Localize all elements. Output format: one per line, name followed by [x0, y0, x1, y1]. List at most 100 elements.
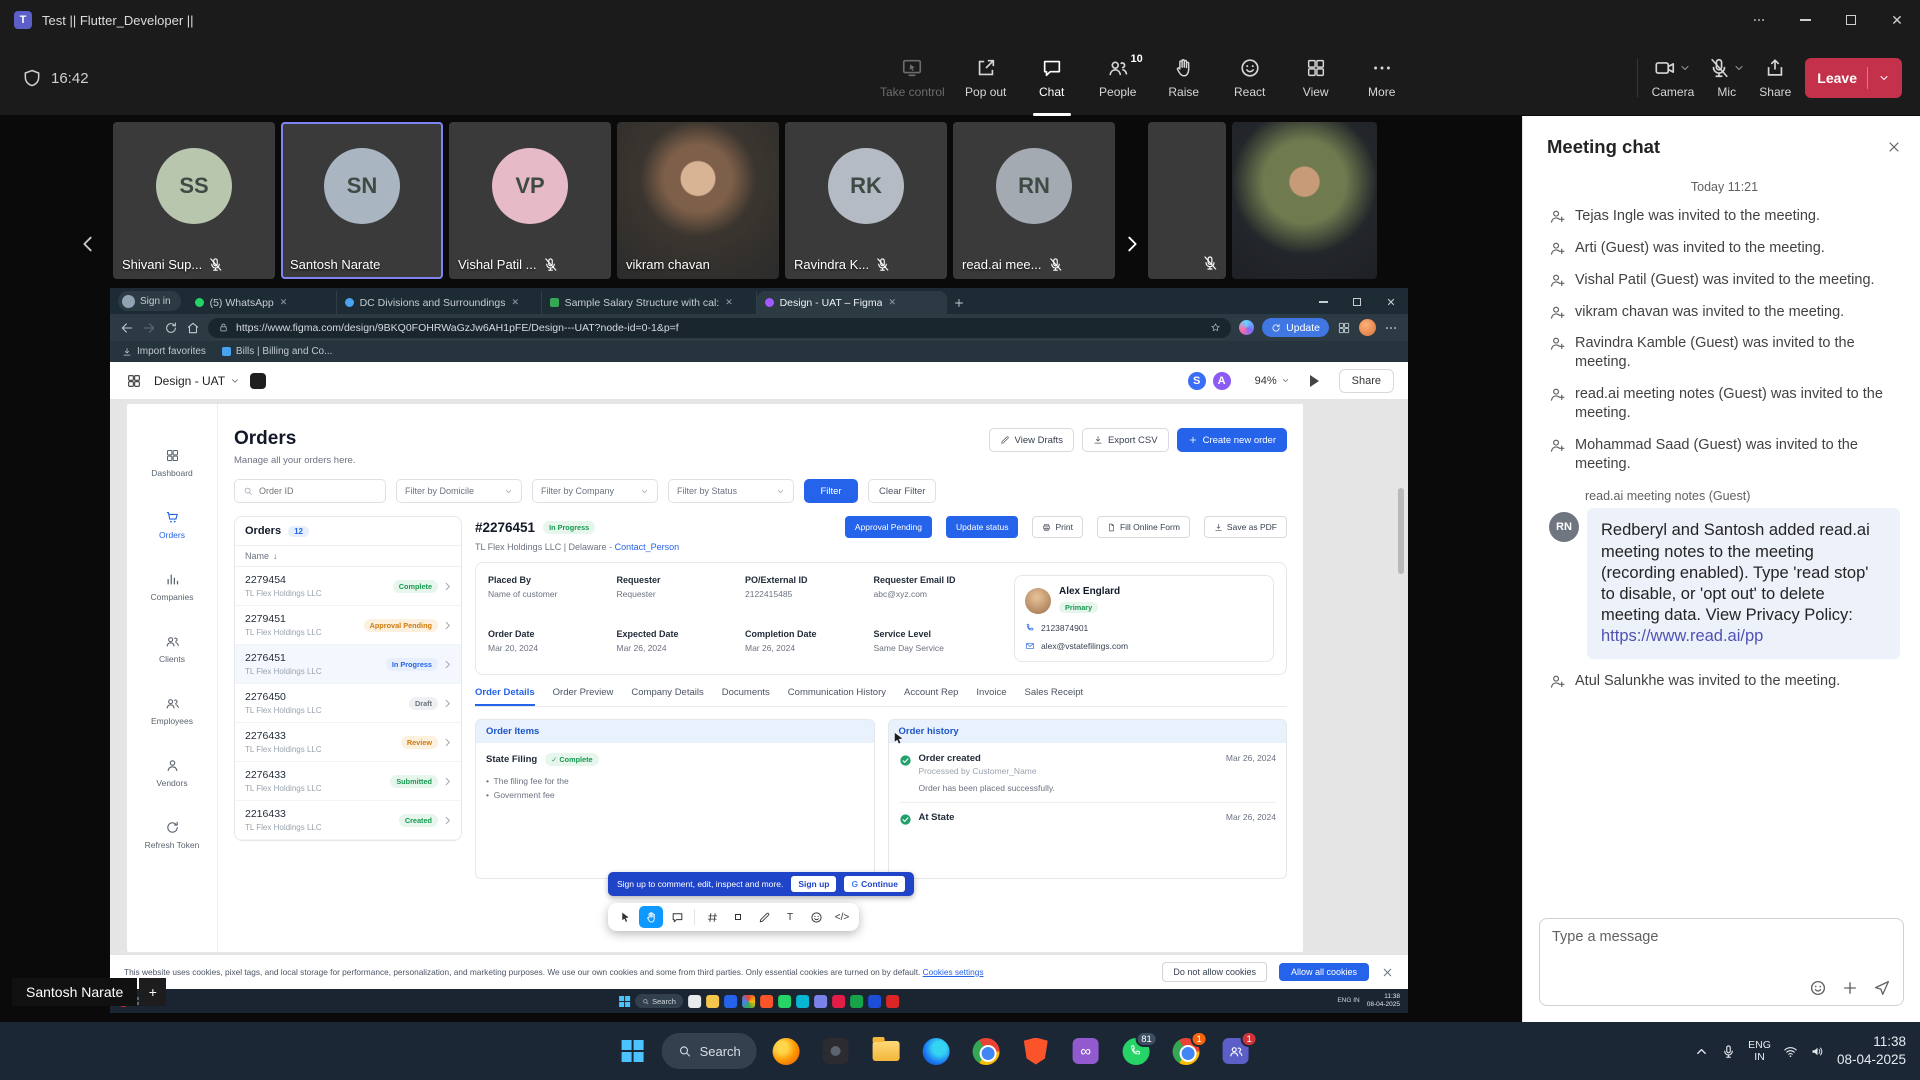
favorite-bills[interactable]: Bills | Billing and Co...	[222, 346, 333, 357]
sidebar-item-clients[interactable]: Clients	[127, 618, 217, 680]
file-explorer-icon[interactable]	[865, 1030, 907, 1072]
browser-minimize-button[interactable]	[1306, 290, 1340, 314]
raise-hand-button[interactable]: Raise	[1151, 40, 1217, 116]
mic-control[interactable]: Mic	[1708, 57, 1745, 99]
participant-tile-ravindra[interactable]: RK Ravindra K...	[785, 122, 947, 279]
participant-tile-readai[interactable]: RN read.ai mee...	[953, 122, 1115, 279]
browser-profile-avatar[interactable]	[1359, 319, 1376, 336]
cookie-settings-link[interactable]: Cookies settings	[923, 967, 984, 977]
attach-plus-icon[interactable]	[1841, 979, 1859, 997]
dev-mode-icon[interactable]: </>	[830, 906, 854, 928]
text-tool-icon[interactable]: T	[778, 906, 802, 928]
present-icon[interactable]	[1310, 375, 1319, 387]
pen-tool-icon[interactable]	[752, 906, 776, 928]
edge-icon[interactable]	[915, 1030, 957, 1072]
chat-close-icon[interactable]	[1886, 139, 1902, 155]
sidebar-item-companies[interactable]: Companies	[127, 556, 217, 618]
hand-tool-icon[interactable]	[639, 906, 663, 928]
tab-order-details[interactable]: Order Details	[475, 687, 535, 706]
react-button[interactable]: React	[1217, 40, 1283, 116]
forward-icon[interactable]	[142, 321, 156, 335]
tab-invoice[interactable]: Invoice	[976, 687, 1006, 706]
people-button[interactable]: 10 People	[1085, 40, 1151, 116]
pin-presenter-button[interactable]: +	[139, 978, 166, 1006]
tab-company-details[interactable]: Company Details	[631, 687, 703, 706]
edge-icon[interactable]	[724, 995, 737, 1008]
sidebar-item-orders[interactable]: Orders	[127, 494, 217, 556]
tab-account-rep[interactable]: Account Rep	[904, 687, 958, 706]
brave-icon[interactable]	[760, 995, 773, 1008]
browser-profile-chip[interactable]: Sign in	[118, 291, 181, 311]
contact-email[interactable]: alex@vstatefilings.com	[1025, 641, 1263, 651]
tray-expand-icon[interactable]	[1694, 1044, 1709, 1059]
start-icon[interactable]	[619, 996, 630, 1007]
figma-file-name[interactable]: Design - UAT	[154, 374, 240, 388]
contact-person-link[interactable]: Contact_Person	[615, 542, 680, 552]
tab-communication-history[interactable]: Communication History	[788, 687, 886, 706]
home-icon[interactable]	[186, 321, 200, 335]
teams-icon[interactable]: 1	[1215, 1030, 1257, 1072]
filter-domicile-select[interactable]: Filter by Domicile	[396, 479, 522, 503]
order-row[interactable]: 2279451TL Flex Holdings LLC Approval Pen…	[235, 606, 461, 645]
allow-cookies-button[interactable]: Allow all cookies	[1279, 963, 1369, 981]
view-drafts-button[interactable]: View Drafts	[989, 428, 1074, 452]
clear-filter-button[interactable]: Clear Filter	[868, 479, 936, 503]
list-column-header[interactable]: Name↓	[235, 545, 461, 567]
view-button[interactable]: View	[1283, 40, 1349, 116]
tray-mic-icon[interactable]	[1721, 1044, 1736, 1059]
taskbar-search[interactable]: Search	[635, 994, 683, 1008]
browser-update-button[interactable]: Update	[1262, 318, 1329, 337]
whatsapp-icon[interactable]	[778, 995, 791, 1008]
taskbar-clock[interactable]: 11:38 08-04-2025	[1837, 1033, 1906, 1068]
refresh-icon[interactable]	[164, 321, 178, 335]
language-indicator[interactable]: ENG IN	[1337, 997, 1359, 1004]
app-icon[interactable]	[796, 995, 809, 1008]
browser-menu-icon[interactable]	[1384, 321, 1398, 335]
sidebar-item-vendors[interactable]: Vendors	[127, 742, 217, 804]
chat-button[interactable]: Chat	[1019, 40, 1085, 116]
extensions-icon[interactable]	[1337, 321, 1351, 335]
leave-chevron-icon[interactable]	[1878, 72, 1890, 84]
favorite-import[interactable]: Import favorites	[122, 346, 206, 357]
maximize-button[interactable]	[1828, 0, 1874, 40]
chat-message-bubble[interactable]: Redberyl and Santosh added read.ai meeti…	[1587, 508, 1900, 659]
tab-close-icon[interactable]: ✕	[280, 297, 288, 308]
deny-cookies-button[interactable]: Do not allow cookies	[1162, 962, 1267, 982]
filter-button[interactable]: Filter	[804, 479, 858, 503]
chrome-icon[interactable]	[965, 1030, 1007, 1072]
browser-tab-sheets[interactable]: Sample Salary Structure with cal: ✕	[542, 291, 757, 314]
tab-documents[interactable]: Documents	[722, 687, 770, 706]
copilot-icon[interactable]	[1239, 320, 1254, 335]
more-button[interactable]: More	[1349, 40, 1415, 116]
order-id-input[interactable]	[259, 486, 369, 496]
taskbar-search[interactable]: Search	[662, 1033, 757, 1069]
order-row[interactable]: 2276433TL Flex Holdings LLC Review	[235, 723, 461, 762]
volume-icon[interactable]	[1810, 1044, 1825, 1059]
minimize-button[interactable]	[1782, 0, 1828, 40]
brave-icon[interactable]	[1015, 1030, 1057, 1072]
word-icon[interactable]	[868, 995, 881, 1008]
order-row[interactable]: 2216433TL Flex Holdings LLC Created	[235, 801, 461, 840]
resources-tool-icon[interactable]	[804, 906, 828, 928]
camera-control[interactable]: Camera	[1652, 57, 1695, 99]
fill-online-form-button[interactable]: Fill Online Form	[1097, 516, 1190, 538]
browser-tab-whatsapp[interactable]: (5) WhatsApp ✕	[187, 291, 337, 314]
frame-tool-icon[interactable]	[700, 906, 724, 928]
mic-chevron-icon[interactable]	[1733, 62, 1745, 74]
visual-studio-icon[interactable]: ∞	[1065, 1030, 1107, 1072]
tab-order-preview[interactable]: Order Preview	[553, 687, 614, 706]
order-row[interactable]: 2276450TL Flex Holdings LLC Draft	[235, 684, 461, 723]
file-explorer-icon[interactable]	[706, 995, 719, 1008]
zoom-control[interactable]: 94%	[1255, 375, 1290, 387]
chrome-icon[interactable]	[742, 995, 755, 1008]
contact-phone[interactable]: 2123874901	[1025, 623, 1263, 633]
participant-tile-vishal[interactable]: VP Vishal Patil ...	[449, 122, 611, 279]
update-status-button[interactable]: Update status	[946, 516, 1018, 538]
print-button[interactable]: Print	[1032, 516, 1082, 538]
new-tab-button[interactable]	[947, 291, 971, 314]
emoji-icon[interactable]	[1809, 979, 1827, 997]
camera-chevron-icon[interactable]	[1679, 62, 1691, 74]
teams-icon[interactable]	[814, 995, 827, 1008]
shape-tool-icon[interactable]	[726, 906, 750, 928]
acrobat-icon[interactable]	[886, 995, 899, 1008]
